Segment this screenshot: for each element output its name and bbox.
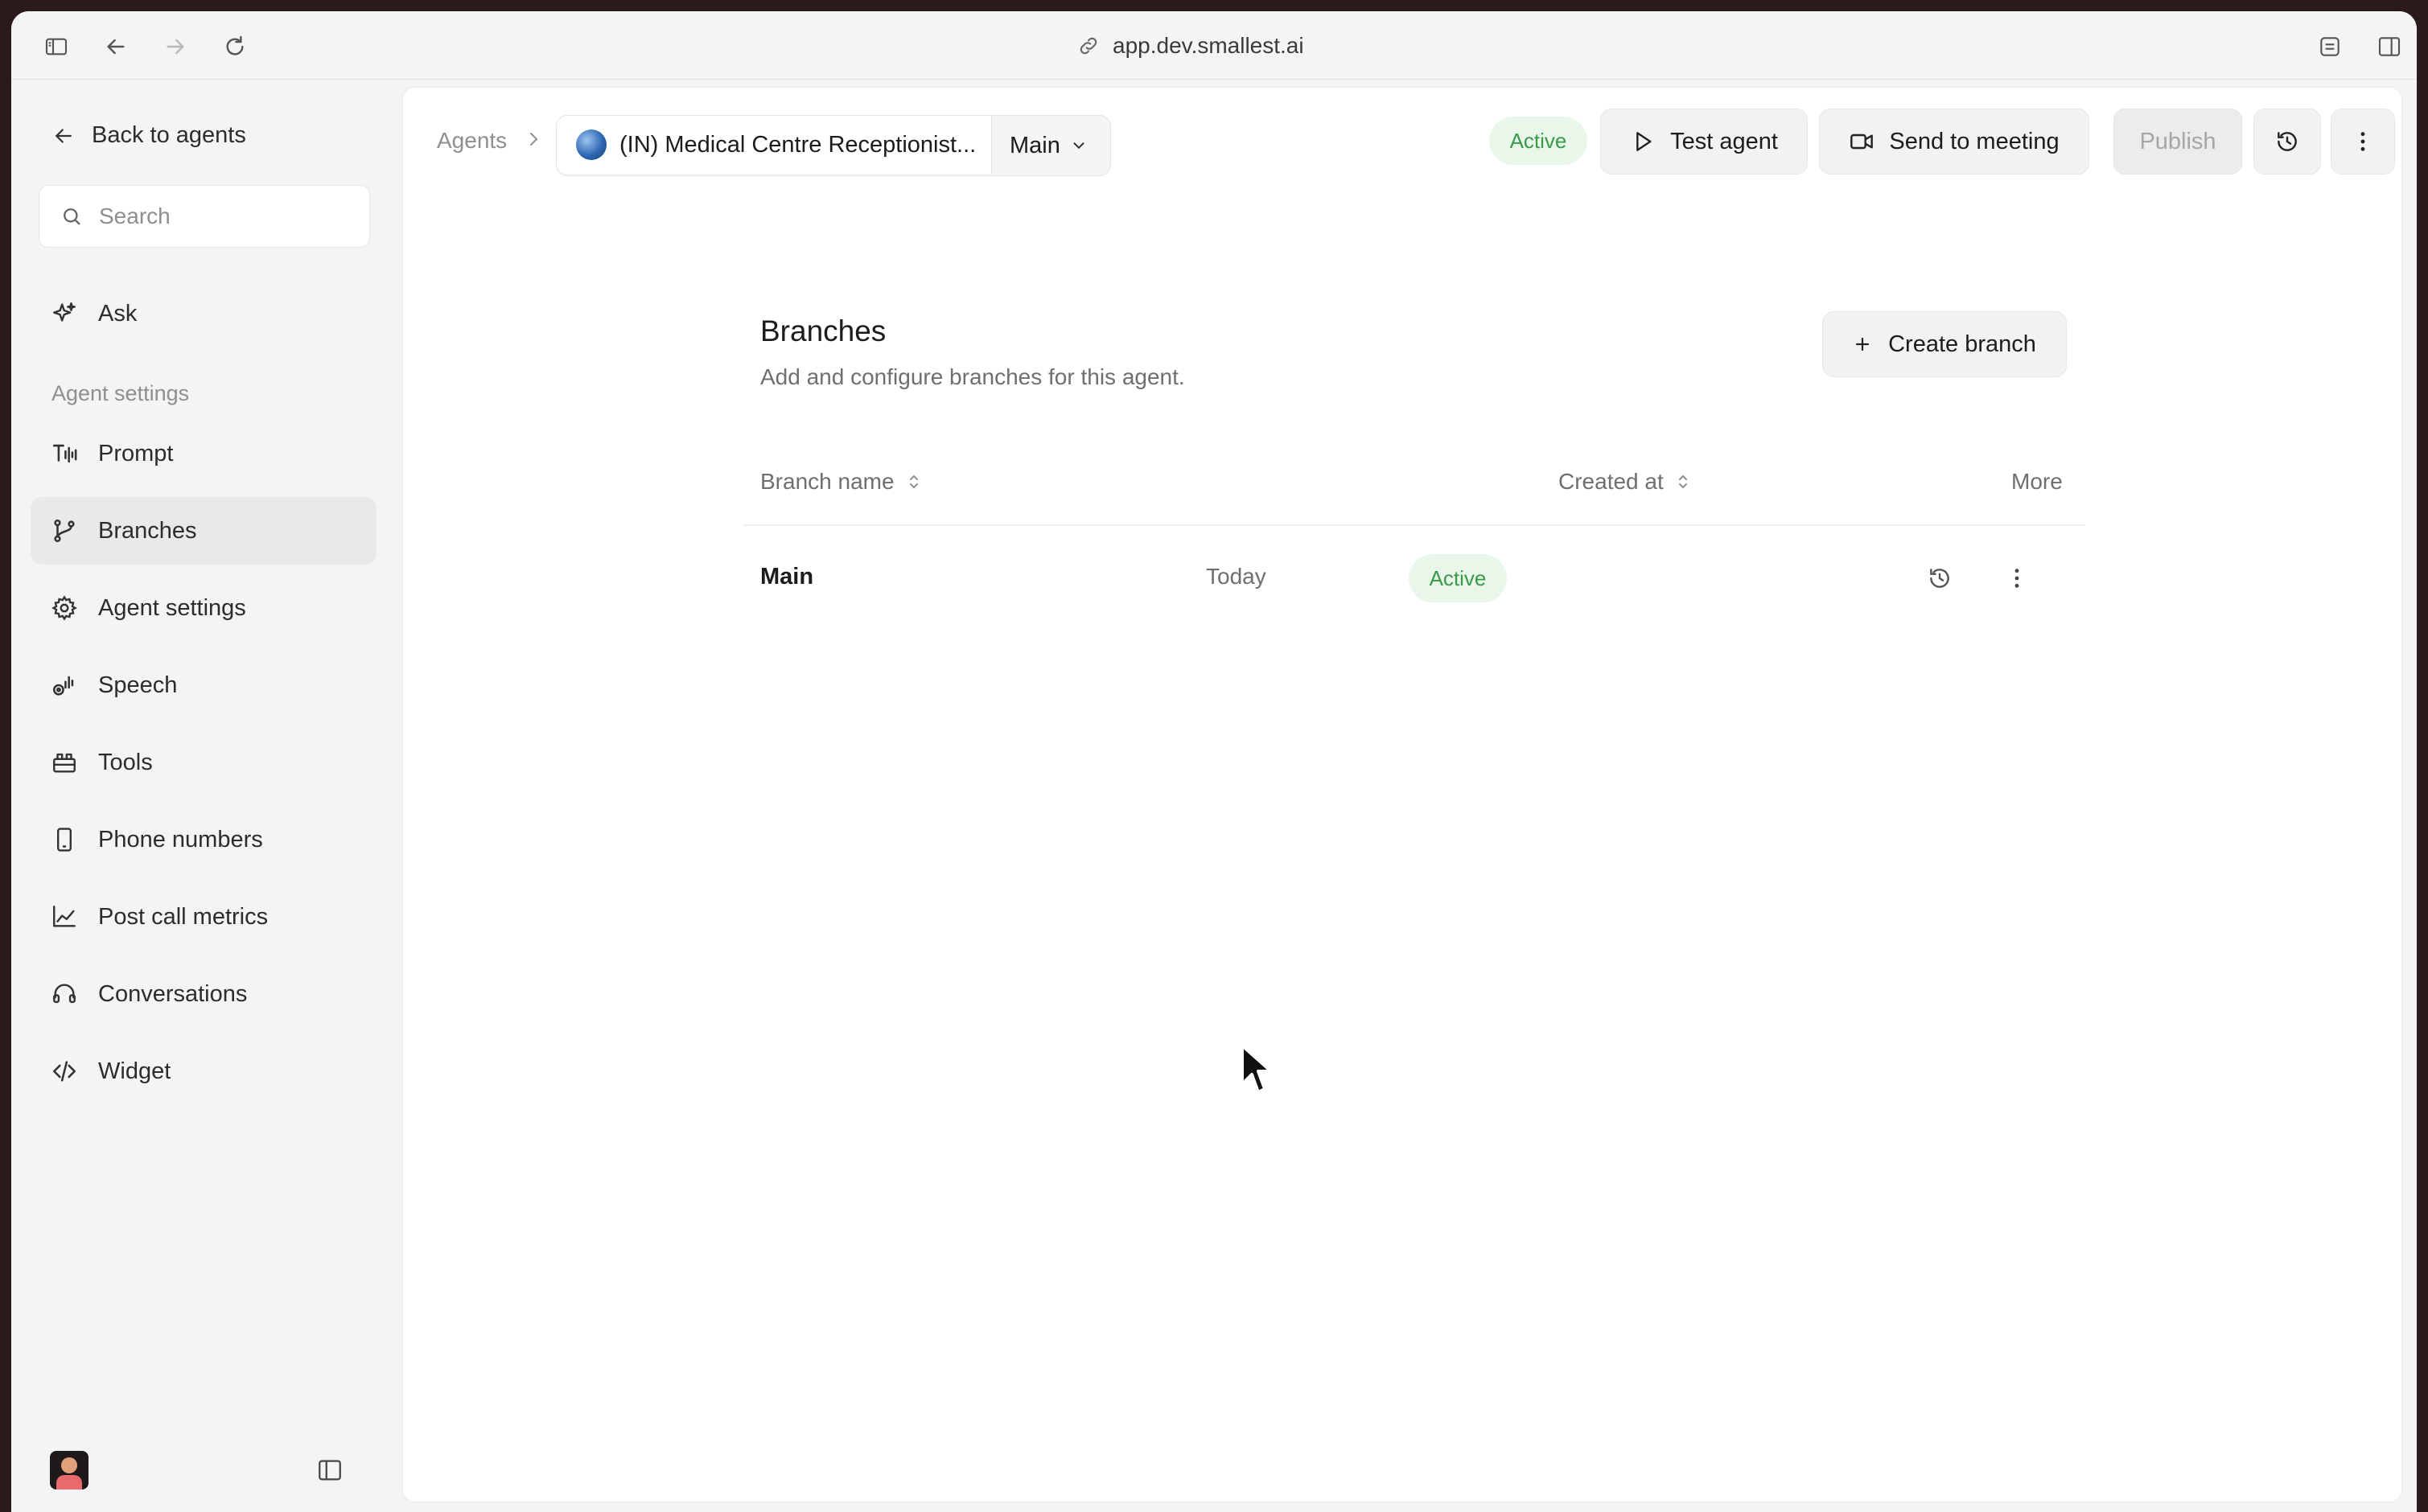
- breadcrumb-agents[interactable]: Agents: [437, 128, 507, 154]
- sidebar-item-label: Conversations: [98, 980, 248, 1007]
- column-header-label: More: [2011, 469, 2063, 494]
- status-badge: Active: [1409, 554, 1507, 602]
- gear-icon: [50, 594, 79, 622]
- browser-toolbar: app.dev.smallest.ai: [11, 11, 2417, 80]
- back-to-agents-label: Back to agents: [92, 122, 246, 148]
- arrow-left-icon: [56, 128, 72, 143]
- collapse-sidebar-icon[interactable]: [312, 1452, 348, 1488]
- more-options-button[interactable]: [2331, 109, 2395, 175]
- page-subtitle: Add and configure branches for this agen…: [760, 364, 1185, 389]
- sidebar-item-label: Prompt: [98, 440, 174, 466]
- avatar-body: [56, 1475, 82, 1489]
- column-header-more: More: [2011, 469, 2063, 495]
- sidebar-item-prompt[interactable]: Prompt: [31, 420, 377, 487]
- plus-icon: [1856, 337, 1870, 351]
- agent-name-button[interactable]: (IN) Medical Centre Receptionist...: [557, 116, 992, 174]
- table-row[interactable]: Main Active Today: [744, 528, 2084, 628]
- sidebar-item-label: Widget: [98, 1058, 171, 1084]
- vertical-dots-icon: [2014, 569, 2019, 588]
- created-at-cell: Today: [1206, 564, 1266, 589]
- browser-window: app.dev.smallest.ai Back to agents Ask A…: [11, 11, 2417, 1512]
- extensions-icon[interactable]: [2312, 29, 2348, 64]
- sparkle-icon: [50, 299, 79, 328]
- publish-label: Publish: [2139, 128, 2216, 154]
- split-view-icon[interactable]: [2372, 29, 2407, 64]
- column-header-created-at[interactable]: Created at: [1558, 469, 1691, 495]
- sidebar-item-label: Post call metrics: [98, 903, 269, 930]
- search-input[interactable]: [97, 203, 358, 230]
- sidebar-item-ask[interactable]: Ask: [31, 280, 377, 347]
- column-header-label: Branch name: [760, 469, 895, 494]
- branch-name-cell: Main: [760, 564, 814, 590]
- sort-icon: [909, 475, 918, 489]
- sidebar-item-tools[interactable]: Tools: [31, 729, 377, 796]
- sidebar-item-post-call-metrics[interactable]: Post call metrics: [31, 883, 377, 951]
- vertical-dots-icon: [2360, 132, 2365, 151]
- test-agent-button[interactable]: Test agent: [1600, 109, 1808, 175]
- avatar[interactable]: [50, 1451, 88, 1489]
- chart-icon: [50, 902, 79, 931]
- history-icon: [2278, 132, 2297, 151]
- sidebar-toggle-icon[interactable]: [39, 29, 74, 64]
- sort-icon: [1678, 475, 1687, 489]
- send-to-meeting-label: Send to meeting: [1889, 128, 2060, 154]
- back-arrow-icon[interactable]: [98, 29, 134, 64]
- video-icon: [1850, 134, 1874, 150]
- sidebar-item-branches[interactable]: Branches: [31, 497, 377, 565]
- sidebar-item-widget[interactable]: Widget: [31, 1037, 377, 1105]
- sidebar-item-label: Branches: [98, 517, 197, 544]
- create-branch-button[interactable]: Create branch: [1822, 311, 2067, 377]
- sidebar-item-phone-numbers[interactable]: Phone numbers: [31, 806, 377, 873]
- agent-settings-section-label: Agent settings: [51, 381, 190, 405]
- sidebar-item-label: Phone numbers: [98, 826, 263, 853]
- url-text: app.dev.smallest.ai: [1113, 33, 1304, 58]
- row-history-button[interactable]: [1922, 561, 1957, 596]
- agent-name: (IN) Medical Centre Receptionist...: [619, 131, 977, 158]
- column-header-label: Created at: [1558, 469, 1664, 494]
- sidebar-item-label: Agent settings: [98, 594, 246, 621]
- forward-arrow-icon[interactable]: [158, 29, 193, 64]
- code-icon: [50, 1057, 79, 1086]
- globe-icon: [576, 129, 607, 160]
- sidebar-item-label: Tools: [98, 749, 153, 775]
- branch-selector-label: Main: [1010, 132, 1060, 158]
- table-divider: [744, 524, 2084, 526]
- chevron-down-icon: [1073, 142, 1084, 150]
- speech-icon: [50, 671, 79, 700]
- search-box[interactable]: [39, 185, 370, 248]
- sidebar: Back to agents Ask Agent settings Prompt…: [11, 79, 401, 1512]
- mouse-cursor-icon: [1241, 1044, 1273, 1094]
- send-to-meeting-button[interactable]: Send to meeting: [1819, 109, 2089, 175]
- branch-selector[interactable]: Main: [992, 116, 1088, 175]
- main-panel: Agents (IN) Medical Centre Receptionist.…: [402, 87, 2402, 1502]
- sidebar-item-speech[interactable]: Speech: [31, 651, 377, 719]
- sidebar-item-label: Speech: [98, 672, 178, 698]
- branch-icon: [50, 516, 79, 545]
- create-branch-label: Create branch: [1888, 331, 2036, 357]
- version-history-button[interactable]: [2253, 109, 2321, 175]
- page-title: Branches: [760, 314, 887, 347]
- tools-icon: [50, 748, 79, 777]
- prompt-icon: [50, 439, 79, 468]
- status-badge: Active: [1489, 117, 1587, 165]
- row-more-button[interactable]: [1999, 561, 2035, 596]
- chevron-right-icon: [530, 133, 538, 146]
- sidebar-item-agent-settings[interactable]: Agent settings: [31, 574, 377, 642]
- phone-icon: [50, 825, 79, 854]
- headset-icon: [50, 980, 79, 1009]
- link-icon: [1080, 37, 1097, 55]
- sidebar-item-conversations[interactable]: Conversations: [31, 960, 377, 1028]
- reload-icon[interactable]: [217, 29, 253, 64]
- search-icon: [64, 208, 80, 225]
- publish-button[interactable]: Publish: [2113, 109, 2242, 175]
- history-icon: [1930, 569, 1949, 588]
- agent-breadcrumb: (IN) Medical Centre Receptionist... Main: [556, 115, 1111, 176]
- sidebar-item-label: Ask: [98, 300, 138, 327]
- test-agent-label: Test agent: [1670, 128, 1778, 154]
- address-bar[interactable]: app.dev.smallest.ai: [1077, 27, 1304, 64]
- column-header-branch-name[interactable]: Branch name: [760, 469, 922, 495]
- avatar-face: [61, 1457, 77, 1473]
- play-icon: [1636, 132, 1652, 151]
- back-to-agents-link[interactable]: Back to agents: [51, 122, 246, 149]
